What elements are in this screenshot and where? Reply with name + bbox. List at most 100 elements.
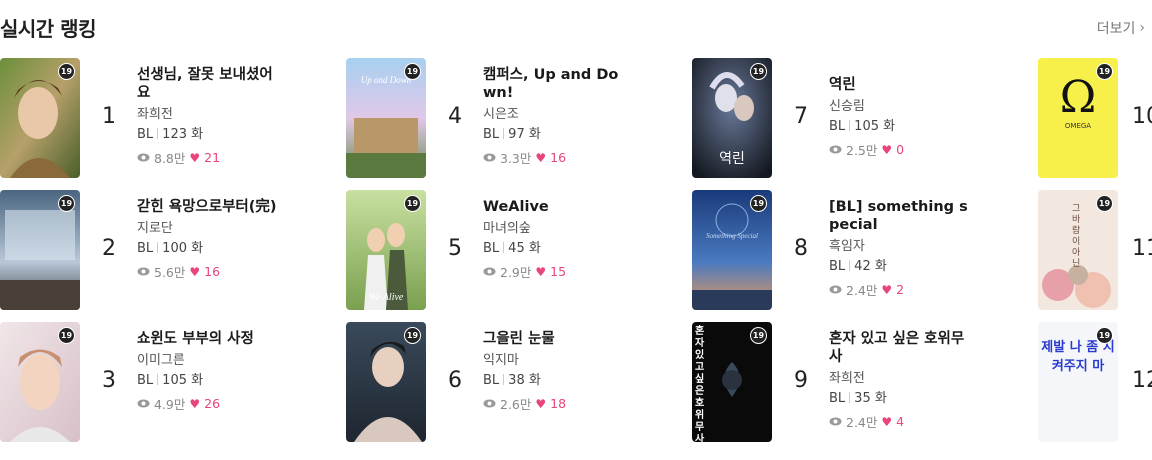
item-title[interactable]: 선생님, 잘못 보내셨어요 [137,66,282,102]
rank-number: 1 [102,104,116,129]
ranking-item[interactable]: Something Special 19 8 [BL] something sp… [692,190,1032,310]
heart-icon: ♥ [189,264,201,279]
view-count: 2.5만 [846,143,878,158]
cover-image[interactable]: Up and Down 19 [346,58,426,178]
age-badge: 19 [750,327,767,344]
cover-image[interactable]: 19 [0,58,80,178]
cover-image[interactable]: 그바람이아닌 19 [1038,190,1118,310]
item-title[interactable]: 갇힌 욕망으로부터(完) [137,198,282,216]
cover-title-text: We Alive [369,292,404,303]
rank-number: 6 [448,368,462,393]
divider [157,374,159,385]
view-count: 2.6만 [500,397,532,412]
episode-count: 97 화 [508,127,541,142]
divider [503,128,505,139]
item-author: 흑임자 [829,239,865,254]
ranking-item[interactable]: 혼자있고싶은호위무사 19 9 혼자 있고 싶은 호위무사 좌희전 BL 35 화… [692,322,1032,442]
cover-vertical-text: 그바람이아닌 [1072,204,1081,269]
rank-number: 2 [102,236,116,261]
view-count: 4.9만 [154,397,186,412]
rank-number: 3 [102,368,116,393]
eye-icon [829,417,842,426]
item-author: 좌희전 [137,107,173,122]
ranking-item[interactable]: Up and Down 19 4 캠퍼스, Up and Down! 시은조 B… [346,58,686,178]
item-author: 이미그른 [137,353,185,368]
age-badge: 19 [58,195,75,212]
heart-icon: ♥ [881,282,893,297]
ranking-item[interactable]: Ω OMEGA 19 10 [1038,58,1152,178]
cover-title-text: Something Special [706,232,758,240]
cover-image[interactable]: 19 [0,190,80,310]
heart-icon: ♥ [881,414,893,429]
item-title[interactable]: [BL] something special [829,198,974,234]
age-badge: 19 [750,63,767,80]
item-title[interactable]: 역린 [829,76,974,94]
heart-icon: ♥ [189,150,201,165]
item-title[interactable]: 캠퍼스, Up and Down! [483,66,628,102]
like-count: 2 [896,282,905,297]
rank-number: 10 [1132,104,1152,129]
ranking-item[interactable]: 19 1 선생님, 잘못 보내셨어요 좌희전 BL 123 화 8.8만 ♥ 21 [0,58,340,178]
cover-image[interactable]: 혼자있고싶은호위무사 19 [692,322,772,442]
rank-number: 9 [794,368,808,393]
eye-icon [483,267,496,276]
view-count: 2.4만 [846,283,878,298]
ranking-item[interactable]: 19 6 그을린 눈물 익지마 BL 38 화 2.6만 ♥ 18 [346,322,686,442]
age-badge: 19 [58,63,75,80]
divider [503,374,505,385]
cover-image[interactable]: We Alive 19 [346,190,426,310]
episode-count: 105 화 [854,119,896,134]
item-title[interactable]: 혼자 있고 싶은 호위무사 [829,330,974,366]
rank-number: 12 [1132,368,1152,393]
episode-count: 42 화 [854,259,887,274]
cover-image[interactable]: 역린 19 [692,58,772,178]
like-count: 26 [204,396,221,411]
age-badge: 19 [1096,63,1113,80]
cover-image[interactable]: 제발 나 좀 지켜주지 마 19 [1038,322,1118,442]
genre-label: BL [137,127,154,142]
ranking-item[interactable]: 제발 나 좀 지켜주지 마 19 12 [1038,322,1152,442]
rank-number: 4 [448,104,462,129]
divider [849,120,851,131]
ranking-item[interactable]: 19 3 쇼윈도 부부의 사정 이미그른 BL 105 화 4.9만 ♥ 26 [0,322,340,442]
cover-image[interactable]: 19 [0,322,80,442]
item-title[interactable]: 그을린 눈물 [483,330,628,348]
like-count: 4 [896,414,905,429]
more-link[interactable]: 더보기 › [1097,18,1145,38]
view-count: 2.4만 [846,415,878,430]
episode-count: 45 화 [508,241,541,256]
ranking-item[interactable]: We Alive 19 5 WeAlive 마녀의숲 BL 45 화 2.9만 ♥ 1… [346,190,686,310]
divider [157,128,159,139]
item-author: 마녀의숲 [483,221,531,236]
episode-count: 105 화 [162,373,204,388]
cover-title-text: 역린 [719,151,745,167]
ranking-item[interactable]: 그바람이아닌 19 11 [1038,190,1152,310]
age-badge: 19 [404,327,421,344]
ranking-item[interactable]: 역린 19 7 역린 신승림 BL 105 화 2.5만 ♥ 0 [692,58,1032,178]
rank-number: 11 [1132,236,1152,261]
genre-label: BL [137,373,154,388]
cover-image[interactable]: 19 [346,322,426,442]
genre-label: BL [829,119,846,134]
heart-icon: ♥ [535,150,547,165]
cover-image[interactable]: Ω OMEGA 19 [1038,58,1118,178]
item-author: 신승림 [829,99,865,114]
divider [849,392,851,403]
ranking-item[interactable]: 19 2 갇힌 욕망으로부터(完) 지로단 BL 100 화 5.6만 ♥ 16 [0,190,340,310]
item-title[interactable]: WeAlive [483,198,628,216]
cover-image[interactable]: Something Special 19 [692,190,772,310]
age-badge: 19 [1096,327,1113,344]
item-title[interactable]: 쇼윈도 부부의 사정 [137,330,282,348]
genre-label: BL [483,127,500,142]
cover-title-text: Up and Down [361,75,412,85]
episode-count: 100 화 [162,241,204,256]
cover-vertical-text: 혼자있고싶은호위무사 [695,326,705,442]
more-label: 더보기 [1096,21,1136,37]
eye-icon [483,399,496,408]
age-badge: 19 [750,195,767,212]
item-author: 지로단 [137,221,173,236]
divider [157,242,159,253]
age-badge: 19 [404,195,421,212]
like-count: 18 [550,396,567,411]
rank-number: 8 [794,236,808,261]
